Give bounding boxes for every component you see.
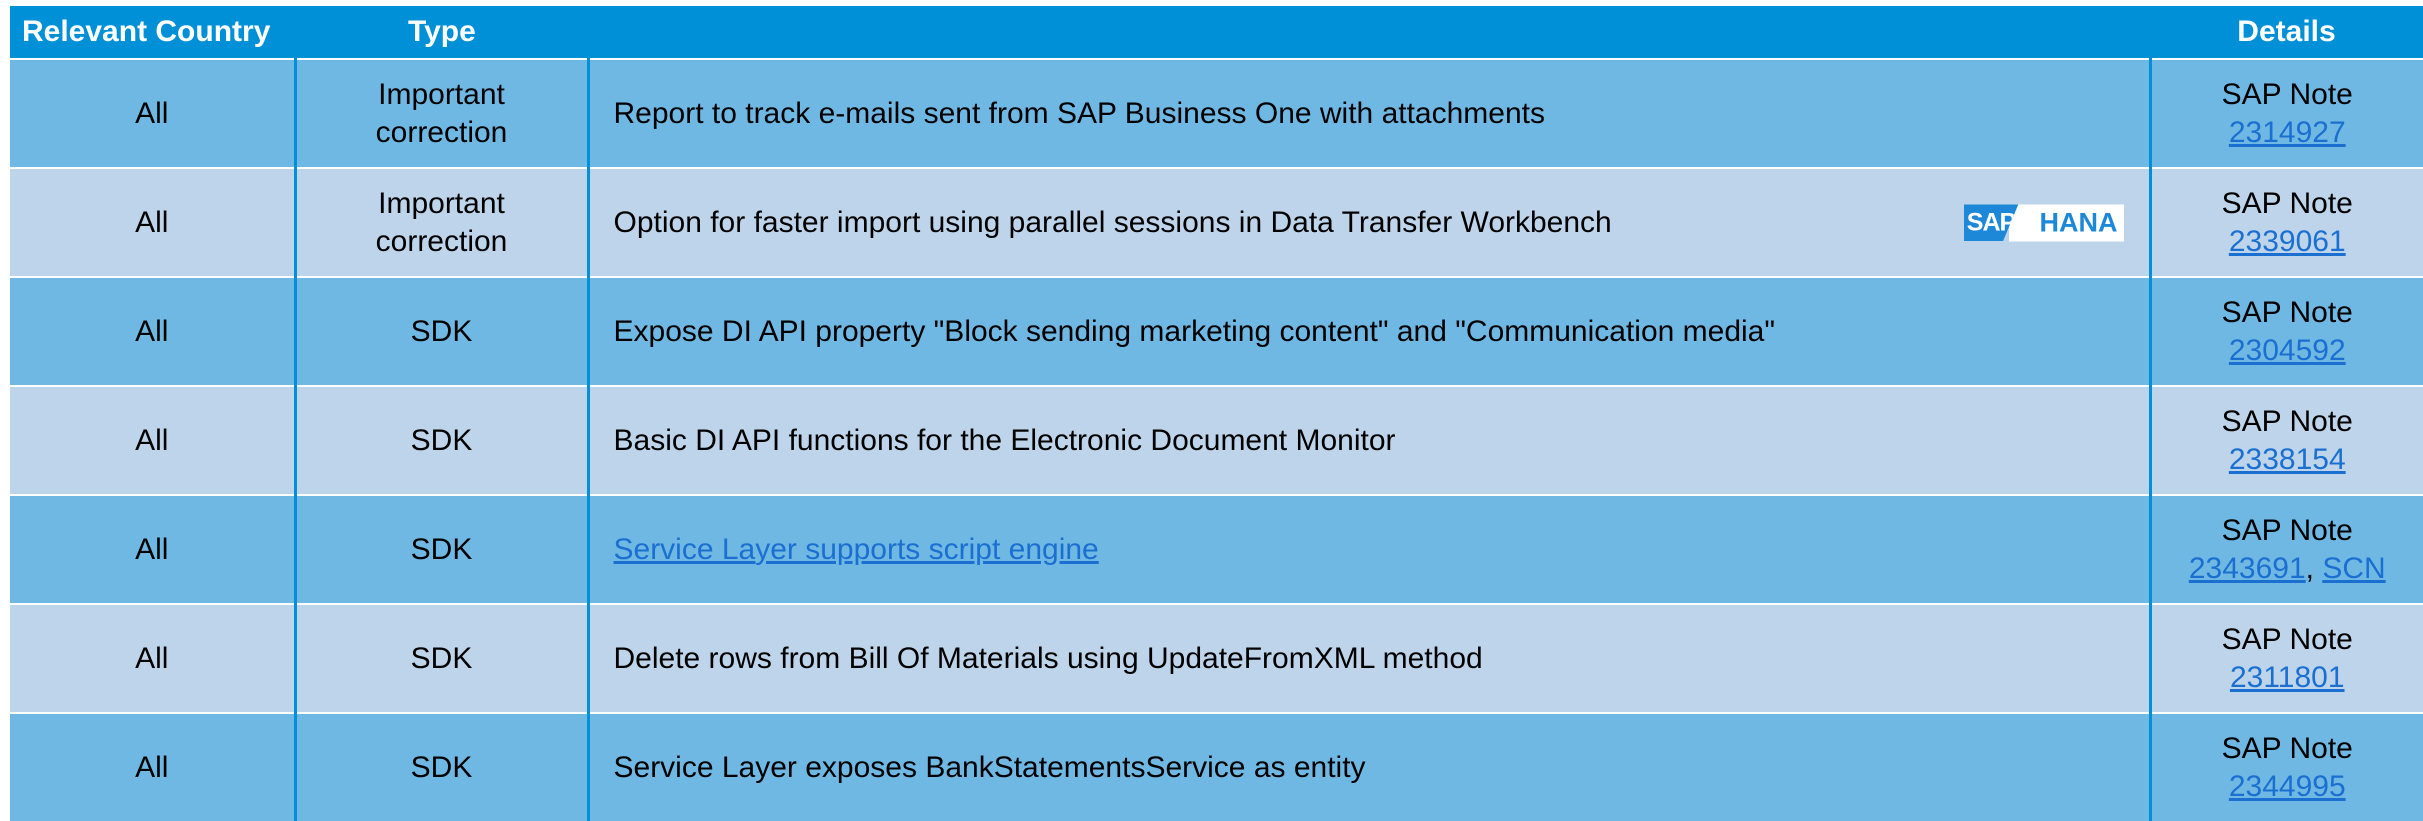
details-cell: SAP Note 2314927 — [2148, 58, 2423, 168]
sap-hana-logo: SAP HANA — [1963, 204, 2124, 241]
details-label: SAP Note — [2221, 187, 2353, 220]
description-cell: Service Layer exposes BankStatementsServ… — [586, 712, 2150, 821]
sap-note-link[interactable]: 2314927 — [2229, 116, 2346, 149]
description-cell: Service Layer supports script engine — [586, 494, 2150, 604]
notes-table: Relevant Country Type Details All Import… — [10, 6, 2423, 821]
details-label: SAP Note — [2221, 296, 2353, 329]
details-label: SAP Note — [2221, 405, 2353, 438]
type-line-1: Important — [378, 187, 505, 220]
table-header-row: Relevant Country Type Details — [10, 6, 2423, 59]
table-row: All Important correction Report to track … — [10, 58, 2423, 168]
details-cell: SAP Note 2311801 — [2148, 603, 2423, 713]
hana-logo-text: HANA — [2008, 204, 2124, 241]
description-link[interactable]: Service Layer supports script engine — [614, 533, 1099, 566]
description-cell: Option for faster import using parallel … — [586, 167, 2150, 277]
table-row: All SDK Basic DI API functions for the E… — [10, 385, 2423, 495]
country-cell: All — [10, 58, 295, 168]
sap-note-link[interactable]: 2311801 — [2230, 661, 2345, 694]
header-type: Type — [295, 6, 588, 59]
sap-note-link[interactable]: 2339061 — [2229, 225, 2346, 258]
table-row: All SDK Service Layer exposes BankStatem… — [10, 712, 2423, 821]
details-label: SAP Note — [2221, 623, 2353, 656]
type-cell: SDK — [293, 494, 588, 604]
header-country: Relevant Country — [10, 6, 295, 59]
details-label: SAP Note — [2221, 732, 2353, 765]
sap-note-link[interactable]: 2344995 — [2229, 770, 2346, 803]
table-row: All SDK Service Layer supports script en… — [10, 494, 2423, 604]
type-line-2: correction — [375, 115, 508, 149]
table-row: All SDK Expose DI API property "Block se… — [10, 276, 2423, 386]
sap-note-link[interactable]: 2338154 — [2229, 443, 2346, 476]
type-cell: SDK — [293, 712, 588, 821]
type-cell: Important correction — [293, 167, 588, 277]
details-cell: SAP Note 2343691, SCN — [2148, 494, 2423, 604]
header-description — [588, 6, 2150, 59]
sap-note-link[interactable]: 2343691 — [2189, 552, 2306, 585]
details-label: SAP Note — [2221, 514, 2353, 547]
description-text: Option for faster import using parallel … — [613, 205, 1612, 239]
notes-table-slide: Relevant Country Type Details All Import… — [0, 0, 2423, 821]
country-cell: All — [10, 712, 295, 821]
details-label: SAP Note — [2221, 78, 2353, 111]
country-cell: All — [10, 167, 295, 277]
type-cell: SDK — [293, 276, 588, 386]
country-cell: All — [10, 494, 295, 604]
type-cell: Important correction — [293, 58, 588, 168]
table-row: All Important correction Option for faste… — [10, 167, 2423, 277]
description-cell: Expose DI API property "Block sending ma… — [586, 276, 2150, 386]
country-cell: All — [10, 385, 295, 495]
type-line-1: Important — [378, 78, 505, 111]
details-cell: SAP Note 2344995 — [2148, 712, 2423, 821]
country-cell: All — [10, 603, 295, 713]
details-cell: SAP Note 2339061 — [2148, 167, 2423, 277]
description-cell: Report to track e-mails sent from SAP Bu… — [586, 58, 2150, 168]
type-line-2: correction — [375, 224, 508, 258]
link-separator: , — [2305, 551, 2323, 585]
type-cell: SDK — [293, 603, 588, 713]
description-cell: Delete rows from Bill Of Materials using… — [586, 603, 2150, 713]
details-cell: SAP Note 2304592 — [2148, 276, 2423, 386]
scn-link[interactable]: SCN — [2322, 552, 2385, 585]
details-cell: SAP Note 2338154 — [2148, 385, 2423, 495]
sap-note-link[interactable]: 2304592 — [2229, 334, 2346, 367]
description-cell: Basic DI API functions for the Electroni… — [586, 385, 2150, 495]
country-cell: All — [10, 276, 295, 386]
table-row: All SDK Delete rows from Bill Of Materia… — [10, 603, 2423, 713]
type-cell: SDK — [293, 385, 588, 495]
header-details: Details — [2150, 6, 2423, 59]
